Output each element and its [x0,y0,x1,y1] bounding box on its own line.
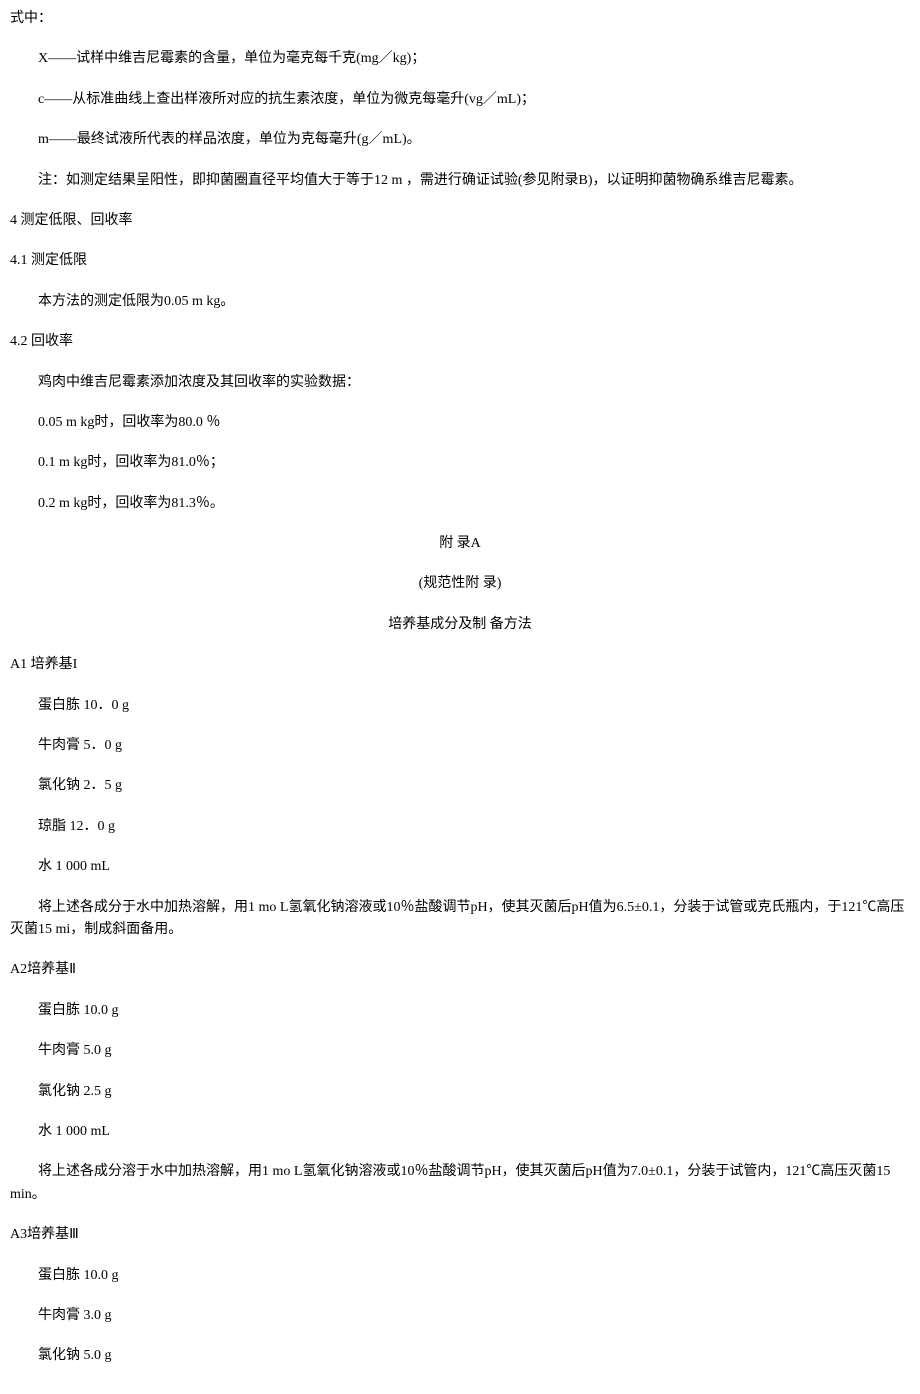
a1-ing1: 蛋白胨 10．0 g [10,695,910,717]
sec42-body2: 0.05 m kg时，回收率为80.0 ％ [10,412,910,434]
formula-c: c——从标准曲线上查出样液所对应的抗生素浓度，单位为微克每毫升(vg／mL)； [10,89,910,111]
appendix-a-title2: (规范性附 录) [10,573,910,595]
a2-ing2: 牛肉膏 5.0 g [10,1040,910,1062]
note-positive: 注：如测定结果呈阳性，即抑菌圈直径平均值大于等于12 m ，需进行确证试验(参见… [10,170,910,192]
a1-ing5: 水 1 000 mL [10,856,910,878]
sec42-body1: 鸡肉中维吉尼霉素添加浓度及其回收率的实验数据： [10,372,910,394]
formula-intro: 式中： [10,8,910,30]
sec42-title: 4.2 回收率 [10,331,910,353]
appendix-a-title1: 附 录A [10,533,910,555]
sec42-body3: 0.1 m kg时，回收率为81.0％； [10,452,910,474]
a3-title: A3培养基Ⅲ [10,1224,910,1246]
a2-ing1: 蛋白胨 10.0 g [10,1000,910,1022]
a2-title: A2培养基Ⅱ [10,959,910,981]
appendix-a-title3: 培养基成分及制 备方法 [10,614,910,636]
a3-ing1: 蛋白胨 10.0 g [10,1265,910,1287]
sec41-body: 本方法的测定低限为0.05 m kg。 [10,291,910,313]
a1-title: A1 培养基I [10,654,910,676]
a2-desc: 将上述各成分溶于水中加热溶解，用1 mo L氢氧化钠溶液或10％盐酸调节pH，使… [10,1161,910,1206]
a1-ing4: 琼脂 12．0 g [10,816,910,838]
a2-ing3: 氯化钠 2.5 g [10,1081,910,1103]
sec41-title: 4.1 测定低限 [10,250,910,272]
a2-ing4: 水 1 000 mL [10,1121,910,1143]
sec4-title: 4 测定低限、回收率 [10,210,910,232]
formula-x: X——试样中维吉尼霉素的含量，单位为毫克每千克(mg／kg)； [10,48,910,70]
a1-desc: 将上述各成分于水中加热溶解，用1 mo L氢氧化钠溶液或10％盐酸调节pH，使其… [10,897,910,942]
formula-m: m——最终试液所代表的样品浓度，单位为克每毫升(g／mL)。 [10,129,910,151]
sec42-body4: 0.2 m kg时，回收率为81.3％。 [10,493,910,515]
a1-ing2: 牛肉膏 5．0 g [10,735,910,757]
a3-ing3: 氯化钠 5.0 g [10,1345,910,1367]
a3-ing2: 牛肉膏 3.0 g [10,1305,910,1327]
a1-ing3: 氯化钠 2．5 g [10,775,910,797]
